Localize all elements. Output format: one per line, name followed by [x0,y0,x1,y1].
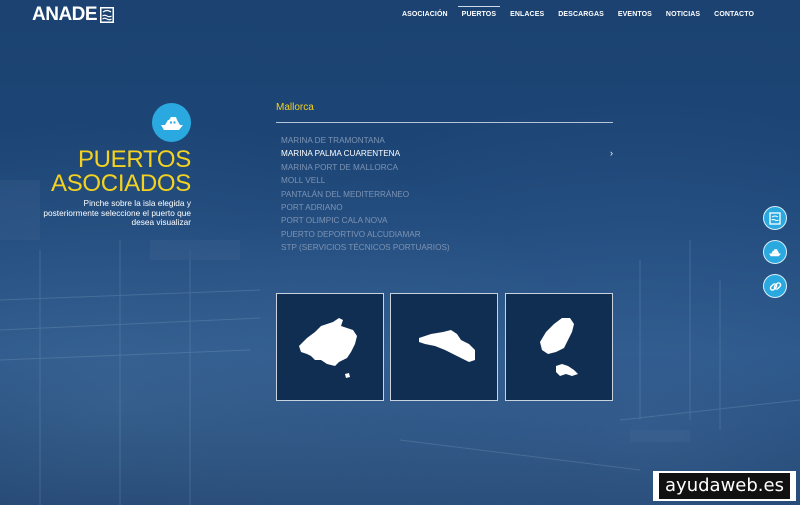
main-nav: ASOCIACIÓN PUERTOS ENLACES DESCARGAS EVE… [395,0,761,24]
boat-icon [152,103,191,142]
side-building-button[interactable] [763,206,787,230]
port-label: PANTALÁN DEL MEDITERRÁNEO [281,189,410,199]
building-icon [769,211,781,225]
anade-logo[interactable]: ANADE [32,4,115,25]
port-label: MOLL VELL [281,176,326,186]
nav-contacto[interactable]: CONTACTO [707,0,761,24]
port-label: PORT ADRIANO [281,202,343,212]
link-icon [769,281,781,291]
port-item[interactable]: MARINA PORT DE MALLORCA [281,161,613,174]
port-item[interactable]: PORT ADRIANO [281,201,613,214]
nav-eventos[interactable]: EVENTOS [611,0,659,24]
port-label: STP (SERVICIOS TÉCNICOS PORTUARIOS) [281,243,450,253]
port-item[interactable]: STP (SERVICIOS TÉCNICOS PORTUARIOS) [281,241,613,254]
logo-text: ANADE [32,4,98,25]
chevron-right-icon: › [610,148,613,159]
nav-puertos[interactable]: PUERTOS [455,0,503,24]
watermark-text: ayudaweb.es [659,473,790,499]
ports-list: MARINA DE TRAMONTANA MARINA PALMA CUAREN… [281,134,613,255]
menorca-map-icon [419,330,475,362]
page-description: Pinche sobre la isla elegida y posterior… [43,198,191,227]
watermark: ayudaweb.es [653,471,796,501]
port-item[interactable]: MOLL VELL [281,174,613,187]
nav-enlaces[interactable]: ENLACES [503,0,551,24]
region-divider [276,122,613,123]
port-label: MARINA DE TRAMONTANA [281,136,385,145]
page-title-line1: PUERTOS [77,146,191,173]
port-label: MARINA PORT DE MALLORCA [281,162,399,172]
port-item-selected[interactable]: MARINA PALMA CUARENTENA › [281,147,613,160]
mallorca-map-icon [299,318,357,378]
side-boat-button[interactable] [763,240,787,264]
island-menorca-button[interactable] [390,293,498,401]
logo-mark-icon [100,7,115,23]
island-mallorca-button[interactable] [276,293,384,401]
boat-icon [769,248,781,256]
page-title-line2: ASOCIADOS [51,170,191,197]
page-title: PUERTOS ASOCIADOS [51,148,191,196]
port-item[interactable]: PORT OLIMPIC CALA NOVA [281,214,613,227]
nav-descargas[interactable]: DESCARGAS [551,0,611,24]
port-label: PUERTO DEPORTIVO ALCUDIAMAR [281,229,421,239]
port-label: PORT OLIMPIC CALA NOVA [281,216,388,226]
nav-noticias[interactable]: NOTICIAS [659,0,707,24]
port-item[interactable]: PANTALÁN DEL MEDITERRÁNEO [281,188,613,201]
side-link-button[interactable] [763,274,787,298]
island-ibiza-formentera-button[interactable] [505,293,613,401]
nav-asociacion[interactable]: ASOCIACIÓN [395,0,455,24]
port-item[interactable]: PUERTO DEPORTIVO ALCUDIAMAR [281,228,613,241]
port-label: MARINA PALMA CUARENTENA [281,149,401,159]
port-item[interactable]: MARINA DE TRAMONTANA [281,134,613,147]
ibiza-formentera-map-icon [540,318,578,376]
region-title: Mallorca [276,102,314,113]
